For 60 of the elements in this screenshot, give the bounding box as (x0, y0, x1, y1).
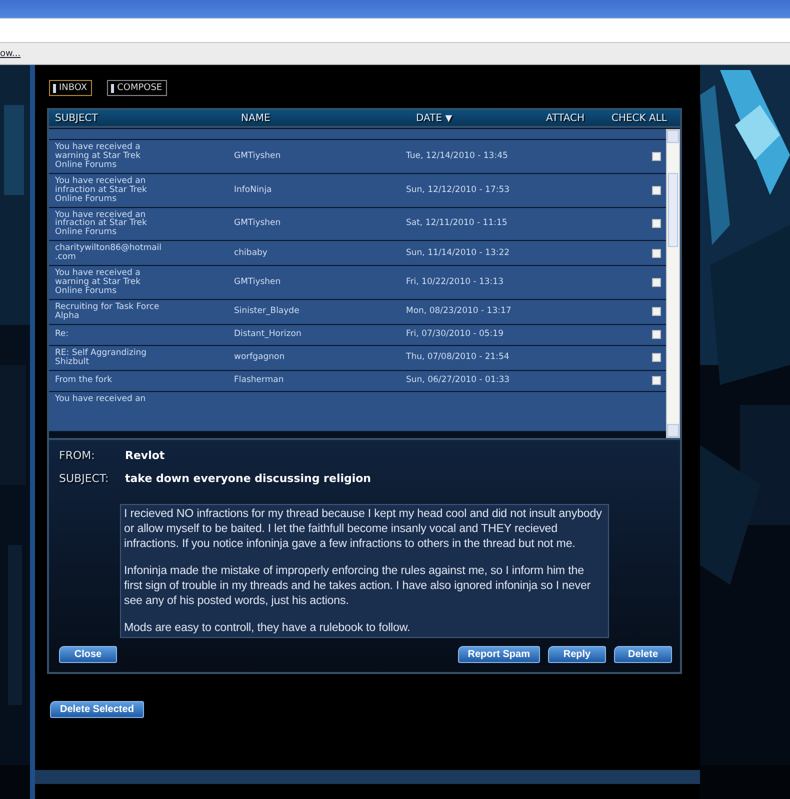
table-cell-text: You have received an (54, 394, 147, 404)
table-cell-text: InfoNinja (234, 186, 273, 195)
field-label: SUBJECT: (59, 472, 110, 485)
checkbox[interactable] (652, 353, 661, 362)
table-cell-text: Sun, 06/27/2010 - 01:33 (406, 376, 511, 386)
table-cell-text: Fri, 10/22/2010 - 13:13 (406, 278, 504, 287)
table-cell-text: worfgagnon (234, 353, 286, 362)
table-cell-text: GMTiyshen (234, 219, 282, 228)
checkbox[interactable] (652, 307, 661, 316)
tab[interactable]: INBOX (49, 80, 92, 96)
button[interactable]: Delete (614, 646, 672, 663)
checkbox[interactable] (652, 248, 661, 258)
column-header[interactable]: CHECK ALL (611, 112, 671, 124)
table-cell-text: You have received a warning at Star Trek Online Forums (54, 143, 142, 170)
column-header[interactable]: SUBJECT (49, 112, 241, 124)
checkbox[interactable] (652, 278, 661, 288)
paragraph: Mods are easy to controll, they have a rulebook to follow. (124, 620, 412, 635)
table-cell-text: You have received a warning at Star Trek Online Forums (54, 269, 142, 296)
tab[interactable]: COMPOSE (107, 80, 168, 96)
table-cell-text: From the fork (54, 376, 114, 386)
table-cell-text: Tue, 12/14/2010 - 13:45 (406, 152, 509, 161)
checkbox[interactable] (652, 152, 661, 161)
table-cell-text: Flasherman (234, 376, 285, 386)
button[interactable]: Close (59, 646, 117, 663)
checkbox[interactable] (652, 376, 661, 386)
paragraph: I recieved NO infractions for my thread because I kept my head cool and did not insult anybody or allow myself to be baited. I let the faithfull become insanly vocal and THEY recieved infractions. If you notice infoninja gave a few infractions to others in the thread but not me. (124, 506, 603, 551)
table-cell-text: GMTiyshen (234, 152, 282, 161)
button[interactable]: Delete Selected (50, 701, 144, 718)
table-cell-text: Distant_Horizon (234, 330, 302, 340)
table-cell-text: chibaby (234, 248, 268, 258)
table-cell-text: RE: Self Aggrandizing Shizbult (54, 348, 148, 367)
message-subject: take down everyone discussing religion (125, 472, 372, 485)
checkbox[interactable] (652, 219, 661, 228)
table-cell-text: Thu, 07/08/2010 - 21:54 (406, 353, 510, 362)
column-header[interactable]: NAME (241, 112, 406, 124)
sender-name: Revlot (125, 449, 165, 462)
table-cell-text: Recruiting for Task Force Alpha (54, 302, 160, 321)
checkbox[interactable] (652, 186, 661, 195)
table-cell-text: Sat, 12/11/2010 - 11:15 (406, 219, 508, 228)
table-cell-text: Re: (54, 330, 70, 340)
button[interactable]: Report Spam (458, 646, 540, 663)
column-header[interactable]: ATTACH (546, 112, 611, 124)
table-cell-text: Fri, 07/30/2010 - 05:19 (406, 330, 504, 340)
scrollbar[interactable] (666, 129, 680, 438)
table-cell-text: Mon, 08/23/2010 - 13:17 (406, 307, 512, 316)
table-cell-text: Sun, 11/14/2010 - 13:22 (406, 248, 511, 258)
table-cell-text: charitywilton86@hotmail.com (54, 244, 163, 262)
link[interactable]: ow... (0, 48, 21, 58)
table-cell-text: You have received an infraction at Star Trek Online Forums (54, 210, 148, 238)
table-cell-text: Sun, 12/12/2010 - 17:53 (406, 186, 511, 195)
table-cell-text: You have received an infraction at Star Trek Online Forums (54, 176, 148, 204)
table-cell-text: Sinister_Blayde (234, 307, 300, 316)
bar-icon (53, 84, 56, 92)
paragraph: Infoninja made the mistake of improperly enforcing the rules against me, so I inform him the first sign of trouble in my threads and he takes action. I have also ignored infoninja so I never see any of his posted words, just his actions. (124, 563, 592, 608)
field-label: FROM: (59, 449, 96, 462)
checkbox[interactable] (652, 330, 661, 340)
bar-icon (111, 84, 114, 92)
button[interactable]: Reply (548, 646, 606, 663)
table-cell-text: GMTiyshen (234, 278, 282, 287)
column-header[interactable]: DATE ▼ (406, 112, 546, 124)
